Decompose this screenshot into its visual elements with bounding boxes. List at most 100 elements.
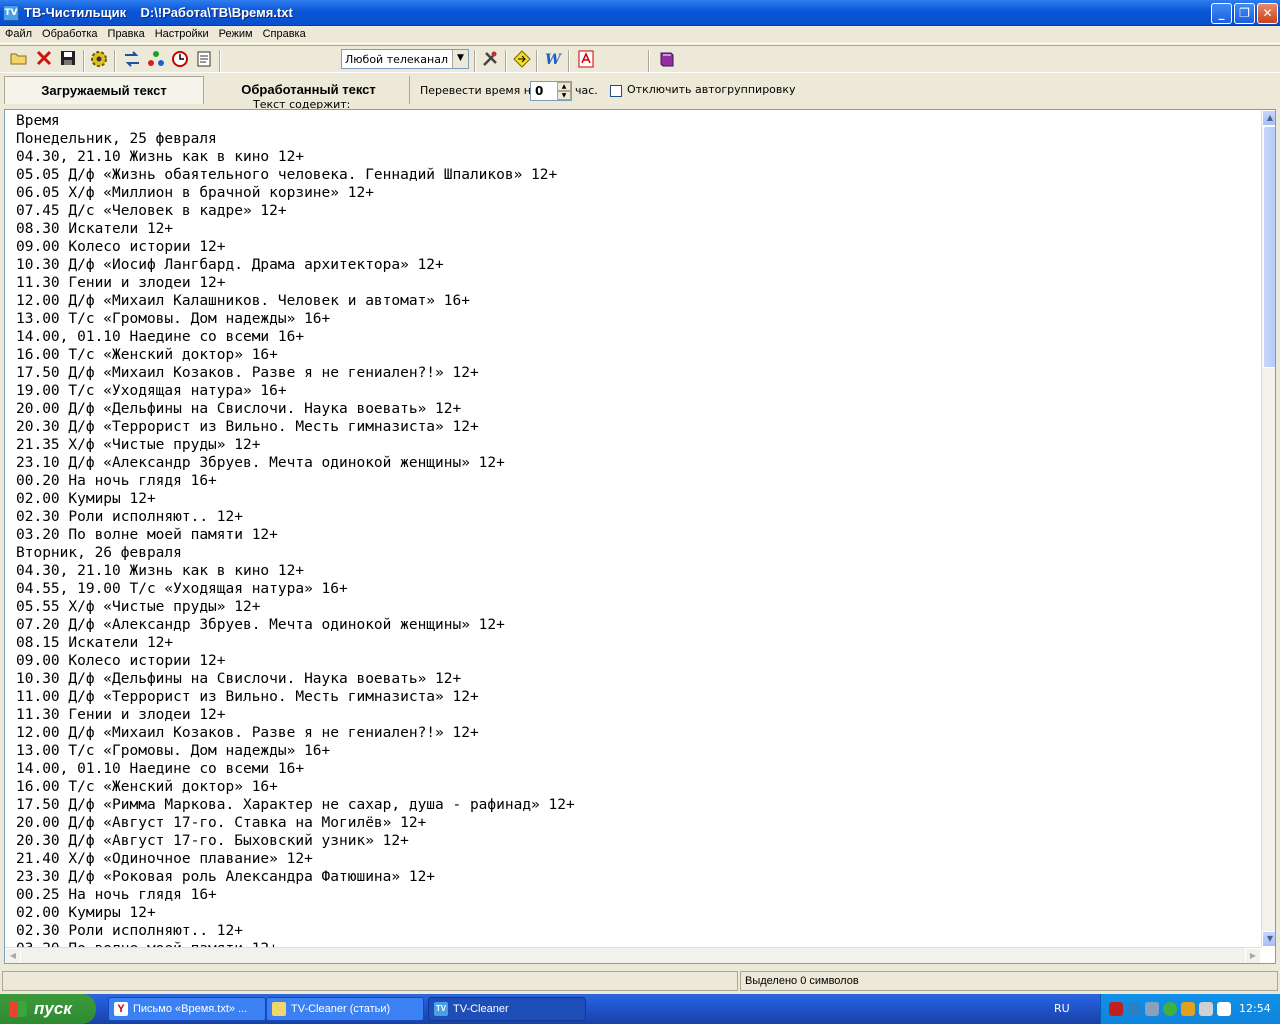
volume-icon[interactable] — [1181, 1002, 1195, 1016]
spin-down-icon[interactable]: ▼ — [557, 91, 571, 100]
text-editor[interactable]: Время Понедельник, 25 февраля 04.30, 21.10… — [4, 109, 1276, 964]
menu-processing[interactable]: Обработка — [37, 26, 102, 42]
menu-mode[interactable]: Режим — [214, 26, 258, 42]
title-bar[interactable]: TV ТВ-Чистильщик D:\!Работа\ТВ\Время.txt… — [0, 0, 1280, 26]
tab-loaded-text[interactable]: Загружаемый текст — [4, 76, 204, 104]
close-button[interactable]: ✕ — [1257, 3, 1278, 24]
tree-nodes-icon[interactable] — [145, 50, 167, 72]
editor-line[interactable]: 07.20 Д/ф «Александр Збруев. Мечта одино… — [16, 616, 1256, 634]
editor-line[interactable]: 08.30 Искатели 12+ — [16, 220, 1256, 238]
task-tv-cleaner[interactable]: TV TV-Cleaner — [428, 997, 586, 1021]
minimize-button[interactable]: _ — [1211, 3, 1232, 24]
editor-line[interactable]: 11.30 Гении и злодеи 12+ — [16, 706, 1256, 724]
save-disk-icon[interactable] — [57, 50, 79, 72]
time-shift-spinner[interactable]: 0 ▲ ▼ — [530, 81, 572, 101]
editor-line[interactable]: 04.55, 19.00 Т/с «Уходящая натура» 16+ — [16, 580, 1256, 598]
channel-filter-select[interactable]: Любой телеканал ▼ — [341, 49, 469, 69]
editor-line[interactable]: 20.30 Д/ф «Террорист из Вильно. Месть ги… — [16, 418, 1256, 436]
editor-line[interactable]: 00.20 На ночь глядя 16+ — [16, 472, 1256, 490]
browser-icon[interactable] — [1127, 1002, 1141, 1016]
editor-line[interactable]: 16.00 Т/с «Женский доктор» 16+ — [16, 346, 1256, 364]
editor-line[interactable]: 23.30 Д/ф «Роковая роль Александра Фатюш… — [16, 868, 1256, 886]
word-icon[interactable]: W — [542, 50, 564, 72]
editor-line[interactable]: 02.00 Кумиры 12+ — [16, 904, 1256, 922]
editor-line[interactable]: 21.35 Х/ф «Чистые пруды» 12+ — [16, 436, 1256, 454]
paste-doc-icon[interactable] — [193, 50, 215, 72]
menu-edit[interactable]: Правка — [103, 26, 150, 42]
menu-help[interactable]: Справка — [258, 26, 311, 42]
editor-line[interactable]: 14.00, 01.10 Наедине со всеми 16+ — [16, 328, 1256, 346]
editor-line[interactable]: 02.00 Кумиры 12+ — [16, 490, 1256, 508]
autogroup-checkbox[interactable] — [610, 85, 622, 97]
editor-line[interactable]: 10.30 Д/ф «Иосиф Лангбард. Драма архитек… — [16, 256, 1256, 274]
network-icon[interactable] — [1145, 1002, 1159, 1016]
editor-line[interactable]: 02.30 Роли исполняют.. 12+ — [16, 922, 1256, 940]
chevron-down-icon[interactable]: ▼ — [452, 50, 468, 68]
editor-line[interactable]: 11.30 Гении и злодеи 12+ — [16, 274, 1256, 292]
editor-line[interactable]: 20.30 Д/ф «Август 17-го. Быховский узник… — [16, 832, 1256, 850]
tab-processed-text[interactable]: Обработанный текст — [208, 76, 410, 104]
editor-line[interactable]: 17.50 Д/ф «Михаил Козаков. Разве я не ге… — [16, 364, 1256, 382]
editor-line[interactable]: 12.00 Д/ф «Михаил Козаков. Разве я не ге… — [16, 724, 1256, 742]
clock-icon[interactable] — [169, 50, 191, 72]
open-folder-icon[interactable] — [8, 50, 30, 72]
book-icon[interactable] — [656, 50, 678, 72]
language-indicator[interactable]: RU — [1054, 1002, 1070, 1015]
editor-line[interactable]: 23.10 Д/ф «Александр Збруев. Мечта одино… — [16, 454, 1256, 472]
vertical-scrollbar[interactable]: ▲ ▼ — [1261, 110, 1275, 947]
update-icon[interactable] — [1163, 1002, 1177, 1016]
tray-icon[interactable] — [1199, 1002, 1213, 1016]
editor-line[interactable]: 12.00 Д/ф «Михаил Калашников. Человек и … — [16, 292, 1256, 310]
scroll-up-icon[interactable]: ▲ — [1262, 110, 1275, 126]
editor-line[interactable]: 20.00 Д/ф «Август 17-го. Ставка на Могил… — [16, 814, 1256, 832]
editor-line[interactable]: 10.30 Д/ф «Дельфины на Свислочи. Наука в… — [16, 670, 1256, 688]
tools-icon[interactable] — [479, 50, 501, 72]
menu-file[interactable]: Файл — [0, 26, 37, 42]
pdf-icon[interactable] — [575, 50, 597, 72]
scroll-left-icon[interactable]: ◀ — [5, 948, 21, 963]
editor-line[interactable]: 04.30, 21.10 Жизнь как в кино 12+ — [16, 148, 1256, 166]
editor-line[interactable]: 16.00 Т/с «Женский доктор» 16+ — [16, 778, 1256, 796]
editor-line[interactable]: 11.00 Д/ф «Террорист из Вильно. Месть ги… — [16, 688, 1256, 706]
editor-line[interactable]: 21.40 Х/ф «Одиночное плавание» 12+ — [16, 850, 1256, 868]
gear-icon[interactable] — [88, 50, 110, 72]
diamond-arrow-icon[interactable] — [511, 50, 533, 72]
time-shift-value[interactable]: 0 — [535, 84, 543, 98]
start-button[interactable]: пуск — [0, 994, 96, 1024]
editor-line[interactable]: 05.55 Х/ф «Чистые пруды» 12+ — [16, 598, 1256, 616]
editor-line[interactable]: 05.05 Д/ф «Жизнь обаятельного человека. … — [16, 166, 1256, 184]
scroll-down-icon[interactable]: ▼ — [1262, 931, 1275, 947]
antivirus-icon[interactable] — [1109, 1002, 1123, 1016]
maximize-button[interactable]: ❐ — [1234, 3, 1255, 24]
horizontal-scrollbar[interactable]: ◀ ▶ — [5, 947, 1261, 963]
scroll-right-icon[interactable]: ▶ — [1245, 948, 1261, 963]
spin-up-icon[interactable]: ▲ — [557, 82, 571, 91]
editor-line[interactable]: Вторник, 26 февраля — [16, 544, 1256, 562]
editor-line[interactable]: 06.05 Х/ф «Миллион в брачной корзине» 12… — [16, 184, 1256, 202]
editor-line[interactable]: 09.00 Колесо истории 12+ — [16, 238, 1256, 256]
close-x-icon[interactable] — [33, 50, 55, 72]
editor-line[interactable]: 09.00 Колесо истории 12+ — [16, 652, 1256, 670]
editor-line[interactable]: 20.00 Д/ф «Дельфины на Свислочи. Наука в… — [16, 400, 1256, 418]
editor-content[interactable]: Время Понедельник, 25 февраля 04.30, 21.10… — [16, 112, 1256, 958]
editor-line[interactable]: Время — [16, 112, 1256, 130]
tray-icon[interactable] — [1217, 1002, 1231, 1016]
editor-line[interactable]: 00.25 На ночь глядя 16+ — [16, 886, 1256, 904]
menu-settings[interactable]: Настройки — [150, 26, 214, 42]
task-folder[interactable]: TV-Cleaner (статьи) — [266, 997, 424, 1021]
swap-arrows-icon[interactable] — [121, 50, 143, 72]
editor-line[interactable]: 13.00 Т/с «Громовы. Дом надежды» 16+ — [16, 310, 1256, 328]
vertical-scroll-thumb[interactable] — [1263, 126, 1275, 368]
editor-line[interactable]: Понедельник, 25 февраля — [16, 130, 1256, 148]
app-tv-icon[interactable]: TV — [3, 5, 19, 21]
editor-line[interactable]: 03.20 По волне моей памяти 12+ — [16, 526, 1256, 544]
editor-line[interactable]: 19.00 Т/с «Уходящая натура» 16+ — [16, 382, 1256, 400]
task-mail[interactable]: Y Письмо «Время.txt» ... — [108, 997, 266, 1021]
editor-line[interactable]: 17.50 Д/ф «Римма Маркова. Характер не са… — [16, 796, 1256, 814]
editor-line[interactable]: 13.00 Т/с «Громовы. Дом надежды» 16+ — [16, 742, 1256, 760]
editor-line[interactable]: 04.30, 21.10 Жизнь как в кино 12+ — [16, 562, 1256, 580]
editor-line[interactable]: 07.45 Д/с «Человек в кадре» 12+ — [16, 202, 1256, 220]
editor-line[interactable]: 14.00, 01.10 Наедине со всеми 16+ — [16, 760, 1256, 778]
editor-line[interactable]: 08.15 Искатели 12+ — [16, 634, 1256, 652]
editor-line[interactable]: 02.30 Роли исполняют.. 12+ — [16, 508, 1256, 526]
